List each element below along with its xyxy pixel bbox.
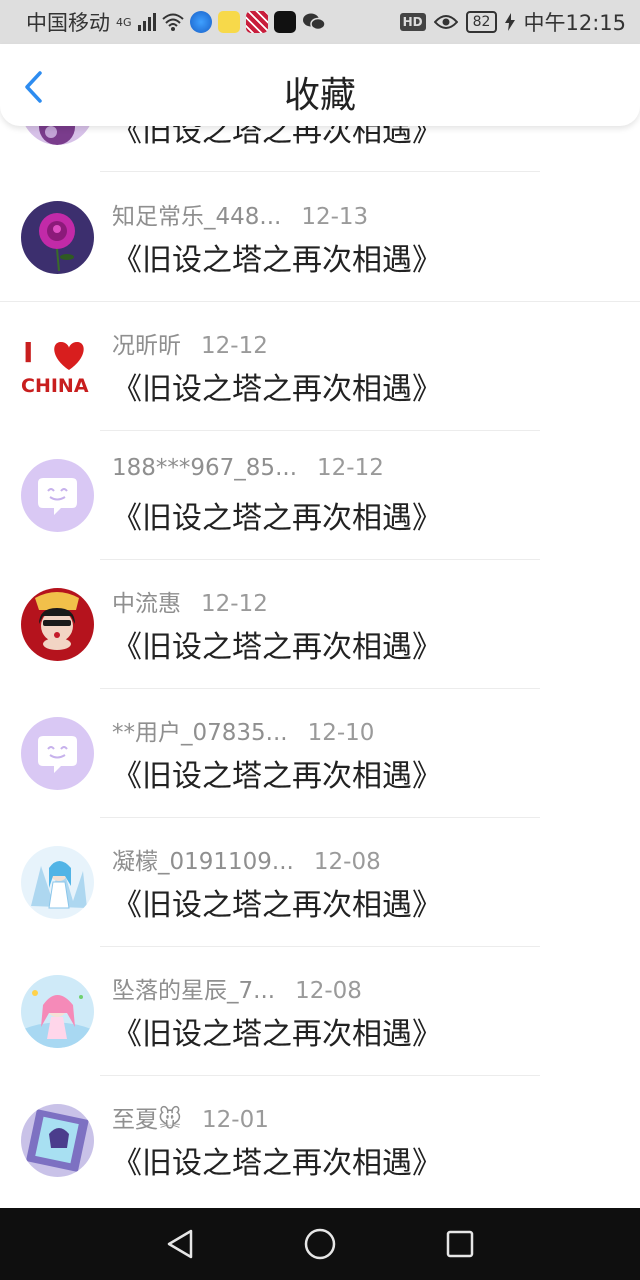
user-avatar <box>21 126 94 145</box>
network-type: 4G <box>116 15 132 29</box>
shop-app-icon <box>245 11 268 33</box>
book-title[interactable]: 《旧设之塔之再次相遇》 <box>112 880 442 924</box>
username[interactable]: 中流惠 <box>112 584 181 618</box>
page-title: 收藏 <box>283 75 356 116</box>
carrier-name: 中国移动 <box>26 11 110 35</box>
username[interactable]: **用户_07835... <box>112 713 288 747</box>
wifi-icon <box>161 13 184 31</box>
list-item[interactable]: 至夏🐭 12-01 《旧设之塔之再次相遇》 <box>0 1076 640 1205</box>
user-avatar <box>21 846 94 919</box>
book-title[interactable]: 《旧设之塔之再次相遇》 <box>112 126 442 150</box>
item-meta: 知足常乐_448... 12-13 <box>112 197 368 231</box>
book-title[interactable]: 《旧设之塔之再次相遇》 <box>112 751 442 795</box>
date: 12-10 <box>307 720 375 746</box>
username[interactable]: 至夏🐭 <box>112 1100 182 1134</box>
circle-home-icon <box>304 1228 336 1260</box>
hd-badge: HD <box>399 13 426 31</box>
username[interactable]: 凝檬_0191109... <box>112 842 294 876</box>
user-avatar <box>21 1104 94 1177</box>
avatar-text-top: I <box>23 336 33 369</box>
list-item[interactable]: 《旧设之塔之再次相遇》 <box>0 126 640 172</box>
username[interactable]: 坠落的星辰_7... <box>112 971 275 1005</box>
favorites-list[interactable]: 《旧设之塔之再次相遇》 知足常乐_448... 12-13 《旧设之塔之再次相遇… <box>0 126 640 1208</box>
tiktok-app-icon <box>273 11 296 33</box>
avatar-text-bottom: CHINA <box>21 375 89 397</box>
date: 12-08 <box>313 849 381 875</box>
divider <box>100 171 540 172</box>
eye-icon <box>433 15 458 29</box>
username[interactable]: 知足常乐_448... <box>112 197 281 231</box>
user-avatar: I CHINA <box>21 330 94 403</box>
square-recents-icon <box>446 1230 474 1258</box>
chat-app-icon <box>217 11 240 33</box>
date: 12-08 <box>295 978 362 1004</box>
list-item[interactable]: 知足常乐_448... 12-13 《旧设之塔之再次相遇》 <box>0 173 640 302</box>
item-meta: 况昕昕 12-12 <box>112 326 268 360</box>
item-meta: 中流惠 12-12 <box>112 584 268 618</box>
browser-app-icon <box>189 11 212 33</box>
book-title[interactable]: 《旧设之塔之再次相遇》 <box>112 1138 442 1182</box>
page-header: 收藏 <box>0 44 640 126</box>
book-title[interactable]: 《旧设之塔之再次相遇》 <box>112 235 442 279</box>
item-meta: 188***967_85... 12-12 <box>112 455 384 481</box>
status-bar: 中国移动 4G HD 82 中午12:15 <box>0 0 640 44</box>
date: 12-13 <box>301 204 369 230</box>
nav-back-button[interactable] <box>160 1224 200 1264</box>
item-meta: **用户_07835... 12-10 <box>112 713 374 747</box>
list-item[interactable]: I CHINA 况昕昕 12-12 《旧设之塔之再次相遇》 <box>0 302 640 431</box>
book-title[interactable]: 《旧设之塔之再次相遇》 <box>112 622 442 666</box>
list-item[interactable]: **用户_07835... 12-10 《旧设之塔之再次相遇》 <box>0 689 640 818</box>
list-item[interactable]: 188***967_85... 12-12 《旧设之塔之再次相遇》 <box>0 431 640 560</box>
clock: 中午12:15 <box>523 11 626 35</box>
nav-recents-button[interactable] <box>440 1224 480 1264</box>
book-title[interactable]: 《旧设之塔之再次相遇》 <box>112 1009 442 1053</box>
user-avatar <box>21 201 94 274</box>
item-meta: 至夏🐭 12-01 <box>112 1100 269 1134</box>
username[interactable]: 188***967_85... <box>112 455 297 481</box>
list-item[interactable]: 中流惠 12-12 《旧设之塔之再次相遇》 <box>0 560 640 689</box>
signal-icon <box>137 13 156 31</box>
triangle-back-icon <box>167 1229 193 1259</box>
wechat-icon <box>302 13 326 31</box>
default-avatar <box>21 717 94 790</box>
system-nav-bar <box>0 1208 640 1280</box>
item-meta: 凝檬_0191109... 12-08 <box>112 842 381 876</box>
username[interactable]: 况昕昕 <box>112 326 181 360</box>
battery-icon: 82 <box>465 11 498 33</box>
date: 12-12 <box>201 333 268 359</box>
list-item[interactable]: 坠落的星辰_7... 12-08 《旧设之塔之再次相遇》 <box>0 947 640 1076</box>
book-title[interactable]: 《旧设之塔之再次相遇》 <box>112 493 442 537</box>
date: 12-12 <box>201 591 268 617</box>
list-item[interactable]: 凝檬_0191109... 12-08 《旧设之塔之再次相遇》 <box>0 818 640 947</box>
book-title[interactable]: 《旧设之塔之再次相遇》 <box>112 364 442 408</box>
date: 12-01 <box>202 1107 269 1133</box>
item-meta: 坠落的星辰_7... 12-08 <box>112 971 362 1005</box>
nav-home-button[interactable] <box>300 1224 340 1264</box>
user-avatar <box>21 975 94 1048</box>
user-avatar <box>21 588 94 661</box>
default-avatar <box>21 459 94 532</box>
date: 12-12 <box>317 455 384 481</box>
charging-icon <box>505 13 516 31</box>
